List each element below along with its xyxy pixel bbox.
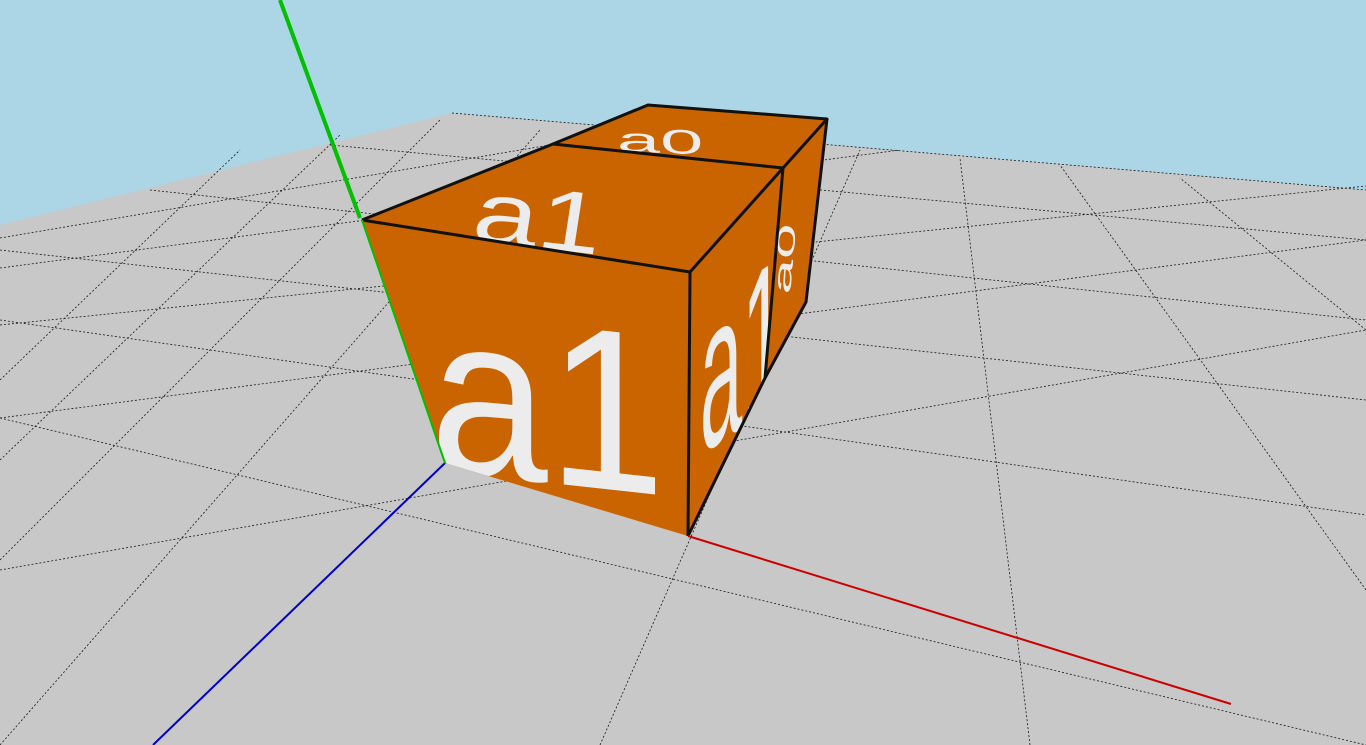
3d-viewport[interactable]: a0 a0 a1 a1 a1 [0,0,1366,745]
